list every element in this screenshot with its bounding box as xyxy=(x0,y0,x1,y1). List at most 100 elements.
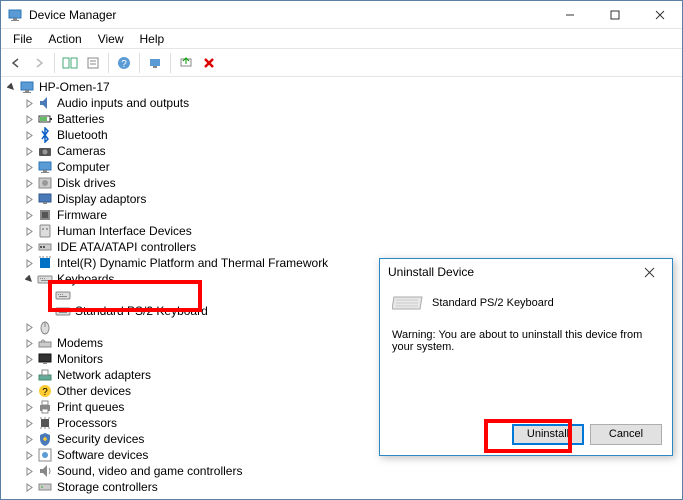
expander-icon[interactable] xyxy=(23,241,35,253)
uninstall-confirm-button[interactable]: Uninstall xyxy=(512,424,584,445)
node-label: Bluetooth xyxy=(57,128,108,142)
node-label: IDE ATA/ATAPI controllers xyxy=(57,240,196,254)
tree-node-cat-22[interactable]: Storage controllers xyxy=(1,479,682,495)
window-buttons xyxy=(547,1,682,29)
node-label: Audio inputs and outputs xyxy=(57,96,189,110)
expander-icon[interactable] xyxy=(23,465,35,477)
menu-action[interactable]: Action xyxy=(40,30,89,48)
scan-button[interactable] xyxy=(144,52,166,74)
expander-icon[interactable] xyxy=(41,305,53,317)
node-label: Print queues xyxy=(57,400,124,414)
menu-view[interactable]: View xyxy=(90,30,132,48)
menu-help[interactable]: Help xyxy=(132,30,173,48)
audio-icon xyxy=(37,95,53,111)
expander-icon[interactable] xyxy=(23,337,35,349)
show-hidden-button[interactable] xyxy=(59,52,81,74)
software-icon xyxy=(37,447,53,463)
tree-node-cat-0[interactable]: Audio inputs and outputs xyxy=(1,95,682,111)
node-label: Firmware xyxy=(57,208,107,222)
expander-icon[interactable] xyxy=(41,289,53,301)
node-label: Processors xyxy=(57,416,117,430)
expander-icon[interactable] xyxy=(23,273,35,285)
tree-node-cat-4[interactable]: Computer xyxy=(1,159,682,175)
tree-node-cat-9[interactable]: IDE ATA/ATAPI controllers xyxy=(1,239,682,255)
tree-node-cat-1[interactable]: Batteries xyxy=(1,111,682,127)
expander-icon[interactable] xyxy=(23,449,35,461)
tree-node-cat-21[interactable]: Sound, video and game controllers xyxy=(1,463,682,479)
node-label: HP-Omen-17 xyxy=(39,80,110,94)
dialog-close-button[interactable] xyxy=(644,267,664,278)
node-label: Keyboards xyxy=(57,272,114,286)
dialog-body: Standard PS/2 Keyboard Warning: You are … xyxy=(380,285,672,413)
minimize-button[interactable] xyxy=(547,1,592,29)
storage-icon xyxy=(37,479,53,495)
tree-node-cat-6[interactable]: Display adaptors xyxy=(1,191,682,207)
dialog-titlebar: Uninstall Device xyxy=(380,259,672,285)
node-label: Modems xyxy=(57,336,103,350)
tree-node-cat-5[interactable]: Disk drives xyxy=(1,175,682,191)
display-icon xyxy=(37,191,53,207)
dialog-title: Uninstall Device xyxy=(388,265,644,279)
expander-icon[interactable] xyxy=(23,193,35,205)
tree-node-cat-3[interactable]: Cameras xyxy=(1,143,682,159)
security-icon xyxy=(37,431,53,447)
modem-icon xyxy=(37,335,53,351)
node-label: Intel(R) Dynamic Platform and Thermal Fr… xyxy=(57,256,328,270)
ide-icon xyxy=(37,239,53,255)
expander-icon[interactable] xyxy=(23,353,35,365)
expander-icon[interactable] xyxy=(23,145,35,157)
expander-icon[interactable] xyxy=(23,129,35,141)
node-label: Sound, video and game controllers xyxy=(57,464,242,478)
expander-icon[interactable] xyxy=(23,257,35,269)
tree-node-cat-2[interactable]: Bluetooth xyxy=(1,127,682,143)
forward-button[interactable] xyxy=(28,52,50,74)
maximize-button[interactable] xyxy=(592,1,637,29)
expander-icon[interactable] xyxy=(23,113,35,125)
node-label: Monitors xyxy=(57,352,103,366)
firmware-icon xyxy=(37,207,53,223)
help-button[interactable]: ? xyxy=(113,52,135,74)
processor-icon xyxy=(37,415,53,431)
expander-icon[interactable] xyxy=(23,321,35,333)
properties-button[interactable] xyxy=(82,52,104,74)
expander-icon[interactable] xyxy=(23,225,35,237)
app-icon xyxy=(7,7,23,23)
battery-icon xyxy=(37,111,53,127)
back-button[interactable] xyxy=(5,52,27,74)
node-label: Disk drives xyxy=(57,176,116,190)
expander-icon[interactable] xyxy=(23,97,35,109)
expander-icon[interactable] xyxy=(23,161,35,173)
expander-icon[interactable] xyxy=(23,369,35,381)
svg-text:?: ? xyxy=(42,387,48,398)
keyboard-icon xyxy=(55,287,71,303)
expander-icon[interactable] xyxy=(23,417,35,429)
node-label: Batteries xyxy=(57,112,104,126)
svg-text:?: ? xyxy=(121,59,127,70)
expander-icon[interactable] xyxy=(23,209,35,221)
network-icon xyxy=(37,367,53,383)
uninstall-button[interactable] xyxy=(198,52,220,74)
sound-icon xyxy=(37,463,53,479)
expander-icon[interactable] xyxy=(23,385,35,397)
menubar: File Action View Help xyxy=(1,29,682,49)
update-driver-button[interactable] xyxy=(175,52,197,74)
tree-node-cat-8[interactable]: Human Interface Devices xyxy=(1,223,682,239)
tree-node-cat-7[interactable]: Firmware xyxy=(1,207,682,223)
bluetooth-icon xyxy=(37,127,53,143)
close-button[interactable] xyxy=(637,1,682,29)
expander-icon[interactable] xyxy=(23,177,35,189)
expander-icon[interactable] xyxy=(5,81,17,93)
mouse-icon xyxy=(37,319,53,335)
expander-icon[interactable] xyxy=(23,401,35,413)
tree-node-root[interactable]: HP-Omen-17 xyxy=(1,79,682,95)
keyboard-icon xyxy=(37,271,53,287)
expander-icon[interactable] xyxy=(23,433,35,445)
uninstall-dialog: Uninstall Device Standard PS/2 Keyboard … xyxy=(379,258,673,456)
dialog-warning-text: Warning: You are about to uninstall this… xyxy=(392,329,660,353)
node-label: Human Interface Devices xyxy=(57,224,192,238)
cancel-button[interactable]: Cancel xyxy=(590,424,662,445)
hid-icon xyxy=(37,223,53,239)
intel-icon xyxy=(37,255,53,271)
menu-file[interactable]: File xyxy=(5,30,40,48)
expander-icon[interactable] xyxy=(23,481,35,493)
